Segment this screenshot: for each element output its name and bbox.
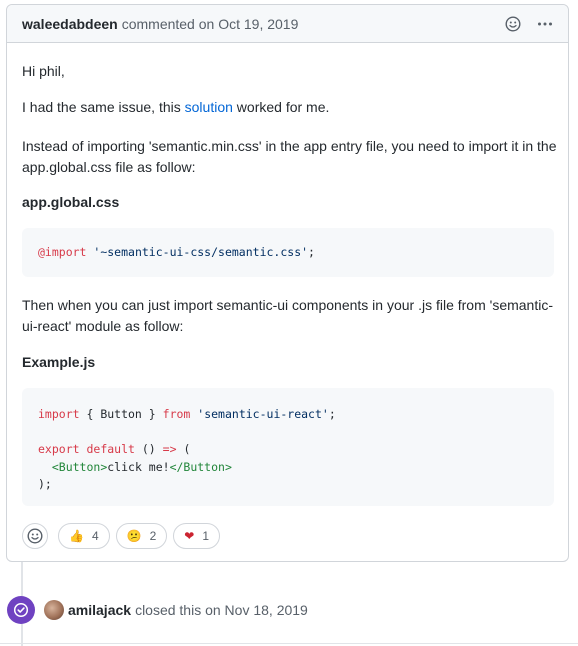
smiley-icon[interactable]: [504, 15, 522, 33]
reactions-bar: 👍 4 😕 2 ❤ 1: [22, 523, 221, 549]
code-keyword: export: [38, 442, 80, 456]
code-text: click me!: [107, 459, 170, 474]
comment-author[interactable]: waleedabdeen: [22, 16, 118, 32]
code-keyword: @import: [38, 245, 87, 259]
filename-heading-example-js: Example.js: [22, 354, 96, 370]
code-text: (: [176, 442, 191, 456]
code-operator: =>: [162, 442, 177, 456]
solution-link[interactable]: solution: [185, 99, 233, 115]
solution-paragraph: I had the same issue, this solution work…: [22, 99, 329, 115]
code-block-js: import { Button } from 'semantic-ui-reac…: [22, 388, 554, 506]
code-line-5: );: [38, 477, 52, 491]
reaction-heart[interactable]: ❤ 1: [173, 523, 221, 549]
reaction-count: 1: [202, 529, 210, 543]
code-block-css: @import '~semantic-ui-css/semantic.css';: [22, 228, 554, 277]
code-text: (): [134, 442, 163, 456]
reaction-count: 4: [91, 529, 99, 543]
event-actor[interactable]: amilajack: [68, 602, 131, 618]
code-keyword: from: [162, 407, 191, 421]
code-punct: ;: [308, 245, 315, 259]
code-line-3: export default () => (: [38, 441, 538, 459]
instruction-paragraph: Instead of importing 'semantic.min.css' …: [22, 138, 557, 175]
issue-closed-icon: [7, 596, 35, 624]
smiley-icon: [27, 528, 43, 544]
comment-card: waleedabdeen commented on Oct 19, 2019 H…: [6, 4, 569, 562]
comment-header: waleedabdeen commented on Oct 19, 2019: [7, 5, 568, 43]
code-line-4: <Button>click me!</Button>: [38, 459, 538, 477]
code-tag: </Button>: [169, 459, 232, 474]
code-string: 'semantic-ui-react': [197, 407, 329, 421]
closed-event: amilajack closed this on Nov 18, 2019: [7, 596, 308, 624]
code-keyword: import: [38, 407, 80, 421]
code-tag: <Button>: [51, 459, 108, 474]
kebab-horizontal-icon[interactable]: [536, 15, 554, 33]
filename-heading-app-global-css: app.global.css: [22, 194, 120, 210]
reaction-thumbs-up[interactable]: 👍 4: [58, 523, 110, 549]
usage-paragraph: Then when you can just import semantic-u…: [22, 297, 554, 334]
code-punct: ;: [328, 407, 336, 421]
code-keyword: default: [86, 442, 135, 456]
reaction-count: 2: [149, 529, 157, 543]
header-actions: [504, 15, 554, 33]
greeting-text: Hi phil,: [22, 63, 65, 79]
confused-icon: 😕: [126, 529, 142, 543]
heart-icon: ❤: [184, 529, 195, 543]
add-reaction-button[interactable]: [22, 523, 48, 549]
avatar[interactable]: [44, 600, 64, 620]
comment-meta[interactable]: commented on Oct 19, 2019: [122, 16, 299, 32]
p2-before: I had the same issue, this: [22, 99, 185, 115]
reaction-confused[interactable]: 😕 2: [115, 523, 168, 549]
event-text: closed this on Nov 18, 2019: [135, 602, 308, 618]
code-string: '~semantic-ui-css/semantic.css': [93, 245, 309, 259]
code-line-1: import { Button } from 'semantic-ui-reac…: [38, 406, 538, 424]
p2-after: worked for me.: [232, 99, 330, 115]
thumbs-up-icon: 👍: [69, 529, 84, 543]
code-text: { Button }: [79, 407, 163, 421]
divider: [0, 643, 578, 644]
